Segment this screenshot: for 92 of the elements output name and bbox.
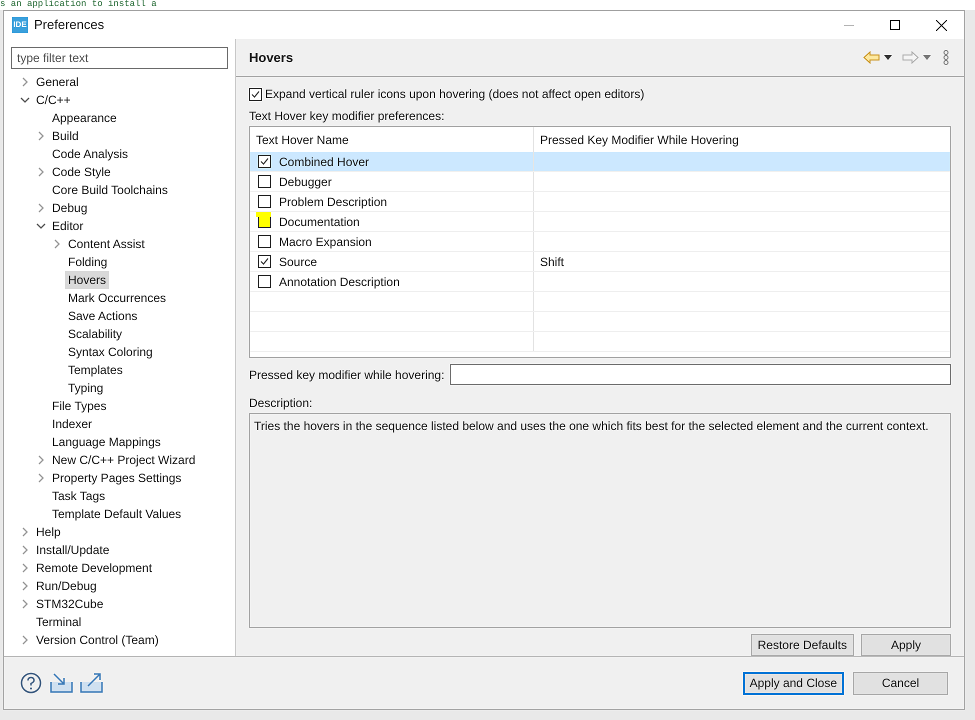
tree-item[interactable]: Hovers <box>65 271 110 289</box>
app-logo: IDE <box>12 17 28 33</box>
table-cell-text: Combined Hover <box>279 154 370 170</box>
tree-item[interactable]: General <box>33 73 82 91</box>
apply-button[interactable]: Apply <box>861 634 951 656</box>
table-row[interactable]: Source Shift <box>250 252 950 272</box>
tree-item[interactable]: Install/Update <box>33 541 112 559</box>
table-row[interactable]: Combined Hover <box>250 152 950 172</box>
column-header[interactable]: Pressed Key Modifier While Hovering <box>534 127 950 152</box>
tree-item[interactable]: Terminal <box>33 613 84 631</box>
table-cell-text: Source <box>279 254 318 270</box>
table-cell-text: Annotation Description <box>279 274 400 290</box>
tree-item[interactable]: File Types <box>49 397 110 415</box>
checkbox[interactable] <box>258 275 271 288</box>
chevron-right-icon[interactable] <box>36 455 46 465</box>
chevron-right-icon[interactable] <box>36 203 46 213</box>
section-label: Text Hover key modifier preferences: <box>249 108 446 123</box>
table-cell-text: Problem Description <box>279 194 388 210</box>
cancel-button[interactable]: Cancel <box>853 672 948 694</box>
tree-item[interactable]: Mark Occurrences <box>65 289 170 307</box>
tree-item[interactable]: Remote Development <box>33 559 156 577</box>
tree-item[interactable]: Code Style <box>49 163 114 181</box>
more-menu-icon[interactable] <box>943 50 949 65</box>
modifier-field[interactable] <box>450 364 951 386</box>
chevron-right-icon[interactable] <box>52 239 62 249</box>
checkbox[interactable] <box>258 255 271 268</box>
table-cell-text: Debugger <box>279 174 332 190</box>
chevron-right-icon[interactable] <box>20 635 30 645</box>
tree-item[interactable]: Content Assist <box>65 235 148 253</box>
forward-arrow-icon[interactable] <box>902 51 919 64</box>
option-label: Expand vertical ruler icons upon hovering (does not affect open editors) <box>265 86 644 103</box>
chevron-right-icon[interactable] <box>20 77 30 87</box>
chevron-right-icon[interactable] <box>36 167 46 177</box>
chevron-right-icon[interactable] <box>20 599 30 609</box>
table-cell-text: Macro Expansion <box>279 234 372 250</box>
tree-item[interactable]: Version Control (Team) <box>33 631 162 649</box>
filter-field[interactable]: type filter text <box>11 47 228 69</box>
table-row[interactable]: Documentation <box>250 212 950 232</box>
page-title: Hovers <box>249 48 294 67</box>
tree-item[interactable]: Save Actions <box>65 307 140 325</box>
table-row[interactable]: Debugger <box>250 172 950 192</box>
chevron-right-icon[interactable] <box>20 545 30 555</box>
chevron-right-icon[interactable] <box>20 527 30 537</box>
tree-item[interactable]: C/C++ <box>33 91 74 109</box>
tree-item[interactable]: Template Default Values <box>49 505 184 523</box>
tree-item[interactable]: Folding <box>65 253 110 271</box>
tree-item[interactable]: Code Analysis <box>49 145 132 163</box>
tree-item[interactable]: Task Tags <box>49 487 108 505</box>
table-cell-text: Shift <box>540 254 564 270</box>
tree-item[interactable]: Build <box>49 127 82 145</box>
dropdown-icon[interactable] <box>884 55 892 60</box>
tree-item[interactable]: New C/C++ Project Wizard <box>49 451 198 469</box>
chevron-down-icon[interactable] <box>20 95 30 105</box>
apply-and-close-button[interactable]: Apply and Close <box>742 672 844 694</box>
maximize-icon <box>890 20 900 30</box>
table-row[interactable]: Annotation Description <box>250 272 950 292</box>
field-label: Pressed key modifier while hovering: <box>249 366 444 384</box>
tree-item[interactable]: Appearance <box>49 109 120 127</box>
checkbox[interactable] <box>249 88 262 100</box>
tree-item[interactable]: Templates <box>65 361 126 379</box>
checkbox[interactable] <box>258 155 271 168</box>
tree-item[interactable]: Help <box>33 523 64 541</box>
table-cell-text: Documentation <box>279 214 360 230</box>
checkbox[interactable] <box>258 175 271 188</box>
chevron-down-icon[interactable] <box>36 221 46 231</box>
tree-item[interactable]: Typing <box>65 379 106 397</box>
export-icon[interactable] <box>80 672 104 694</box>
table-row[interactable]: Problem Description <box>250 192 950 212</box>
table-row[interactable]: Macro Expansion <box>250 232 950 252</box>
help-icon[interactable] <box>20 672 42 694</box>
chevron-right-icon[interactable] <box>36 473 46 483</box>
tree-item[interactable]: Scalability <box>65 325 126 343</box>
chevron-right-icon[interactable] <box>20 563 30 573</box>
checkbox[interactable] <box>258 195 271 208</box>
close-icon <box>936 20 946 30</box>
tree-item[interactable]: Run/Debug <box>33 577 100 595</box>
checkbox[interactable] <box>258 235 271 248</box>
tree-item[interactable]: Editor <box>49 217 86 235</box>
restore-defaults-button[interactable]: Restore Defaults <box>750 634 854 656</box>
window-title: Preferences <box>34 16 104 34</box>
tree-item[interactable]: Core Build Toolchains <box>49 181 171 199</box>
chevron-right-icon[interactable] <box>20 581 30 591</box>
chevron-right-icon[interactable] <box>36 131 46 141</box>
description-box: Tries the hovers in the sequence listed below and uses the one which fits best for the selected element and the current context. <box>249 412 951 628</box>
tree-item[interactable]: Indexer <box>49 415 96 433</box>
tree-item[interactable]: Syntax Coloring <box>65 343 156 361</box>
tree-item[interactable]: Property Pages Settings <box>49 469 184 487</box>
tree-item[interactable]: Language Mappings <box>49 433 164 451</box>
description-label: Description: <box>249 394 314 410</box>
tree-item[interactable]: STM32Cube <box>33 595 106 613</box>
import-icon[interactable] <box>50 672 74 694</box>
tree-item[interactable]: Debug <box>49 199 90 217</box>
